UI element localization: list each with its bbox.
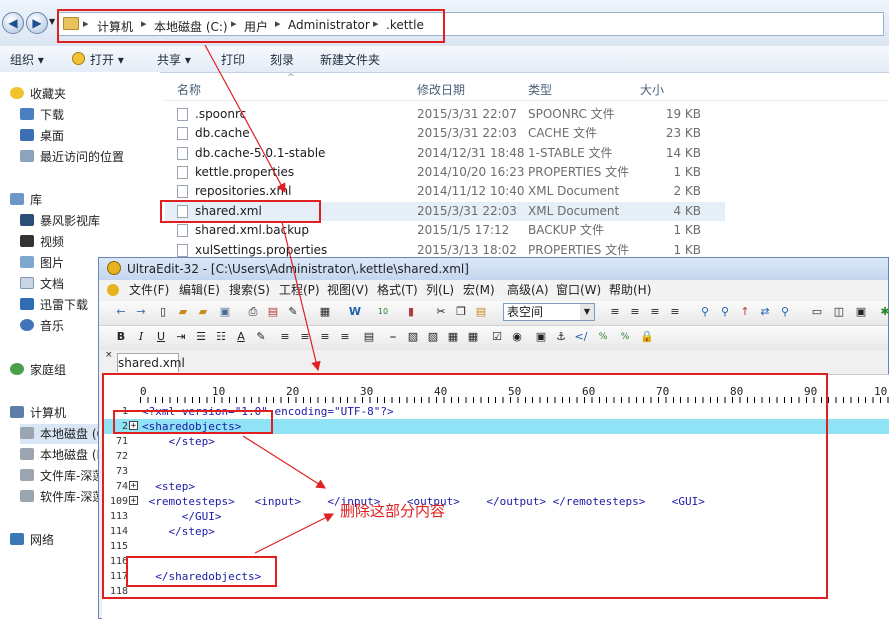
arrow-path-to-file <box>204 44 286 194</box>
arrow-file-to-editor <box>281 221 321 372</box>
annotation-arrows <box>204 44 335 554</box>
arrow-to-collapsed <box>242 435 327 489</box>
arrow-to-annotation <box>254 513 335 554</box>
